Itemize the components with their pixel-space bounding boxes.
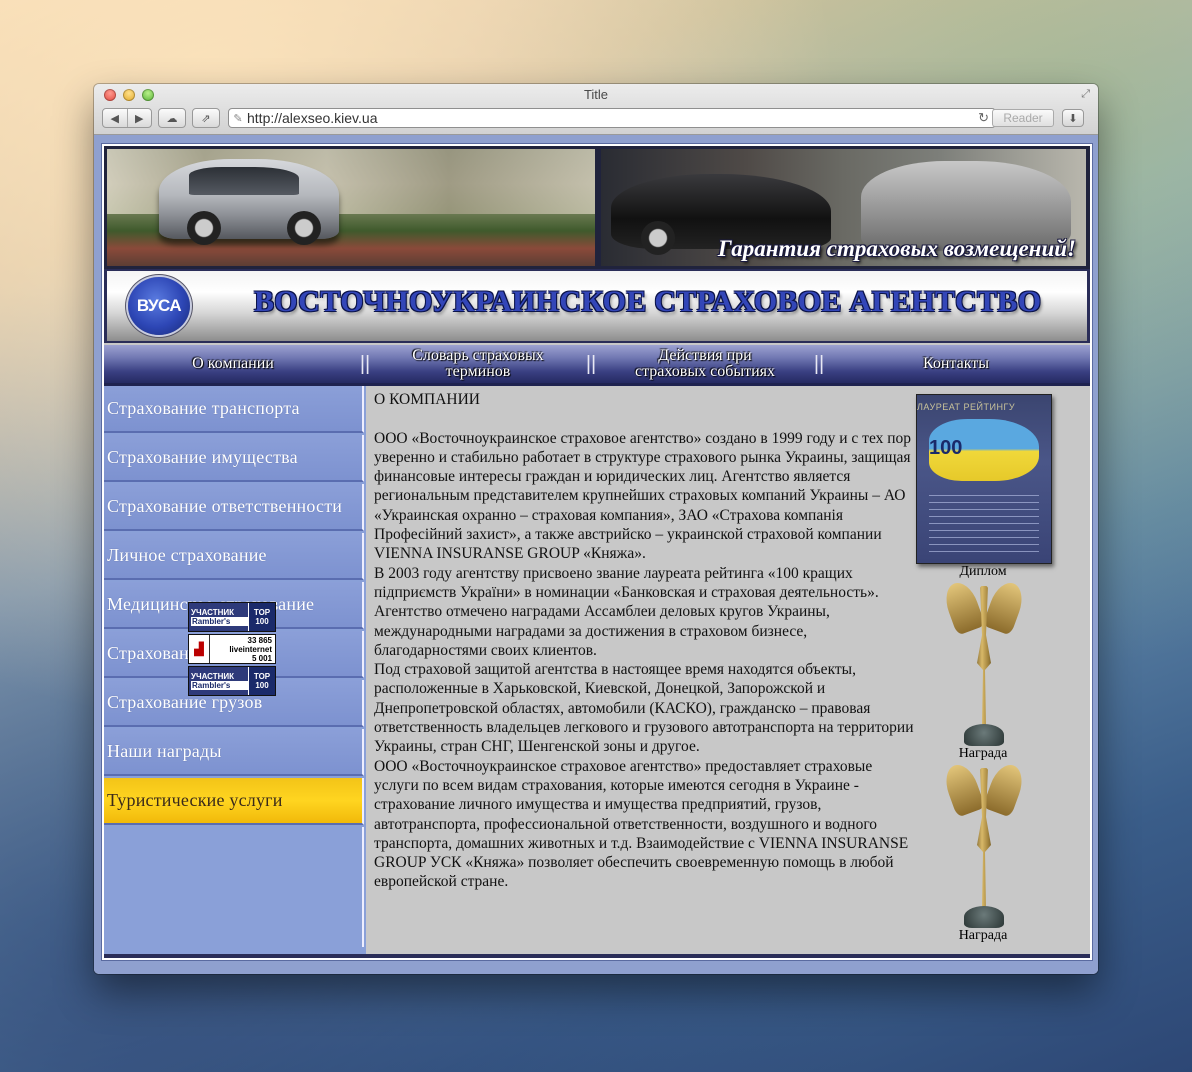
paragraph: В 2003 году агентству присвоено звание л… (374, 564, 879, 659)
address-bar[interactable]: ✎ http://alexseo.kiev.ua ↻ (228, 108, 996, 128)
downloads-icon[interactable]: ⬇ (1062, 109, 1084, 127)
back-icon[interactable]: ◀ (103, 112, 127, 125)
reload-icon[interactable]: ↻ (978, 110, 989, 126)
nav-contacts[interactable]: Контакты (822, 345, 1090, 383)
window-title: Title (583, 87, 609, 102)
logo-bar: ВУСА ВОСТОЧНОУКРАИНСКОЕ СТРАХОВОЕ АГЕНТС… (104, 269, 1090, 343)
banner-photo-damaged-cars: Гарантия страховых возмещений! (601, 149, 1086, 266)
rambler-top100-counter[interactable]: УЧАСТНИК Rambler's TOP 100 (188, 666, 276, 696)
site-favicon-icon: ✎ (233, 112, 243, 125)
counters: УЧАСТНИК Rambler's TOP 100 ▟ 33 865 liveint… (188, 602, 276, 698)
sidebar-item-property[interactable]: Страхование имущества (104, 435, 364, 482)
main-content: О КОМПАНИИ ООО «Восточноукраинское страх… (374, 390, 914, 892)
paragraph: ООО «Восточноукраинское страховое агентс… (374, 429, 912, 563)
browser-window: Title ⤢ ◀ ▶ ☁ ⇗ ✎ http://alexseo.kiev.ua … (94, 84, 1098, 974)
award-caption: Награда (958, 746, 1008, 761)
address-text: http://alexseo.kiev.ua (247, 110, 378, 126)
nav-glossary[interactable]: Словарь страховых терминов (368, 345, 588, 383)
sidebar-item-liability[interactable]: Страхование ответственности (104, 484, 364, 531)
sidebar-item-tourism[interactable]: Туристические услуги (104, 778, 364, 825)
sidebar-item-transport[interactable]: Страхование транспорта (104, 386, 364, 433)
diploma-image[interactable]: ЛАУРЕАТ РЕЙТИНГУ 100 (916, 394, 1052, 564)
forward-icon[interactable]: ▶ (128, 112, 152, 125)
header-banner: Гарантия страховых возмещений! (104, 146, 1090, 269)
banner-photo-sedan (107, 149, 595, 266)
fullscreen-icon[interactable]: ⤢ (1081, 88, 1090, 101)
sidebar-item-personal[interactable]: Личное страхование (104, 533, 364, 580)
page-viewport: Гарантия страховых возмещений! ВУСА ВОСТ… (94, 135, 1098, 974)
page-title: О КОМПАНИИ (374, 391, 480, 408)
nav-insured-events[interactable]: Действия при страховых событиях (594, 345, 816, 383)
reader-button[interactable]: Reader (992, 109, 1054, 127)
paragraph: Под страховой защитой агентства в настоя… (374, 661, 914, 756)
banner-tagline: Гарантия страховых возмещений! (717, 236, 1076, 261)
website: Гарантия страховых возмещений! ВУСА ВОСТ… (102, 144, 1092, 960)
diploma-caption: Диплом (959, 564, 1007, 579)
browser-titlebar: Title ⤢ ◀ ▶ ☁ ⇗ ✎ http://alexseo.kiev.ua … (94, 84, 1098, 135)
top-navigation: О компании || Словарь страховых терминов … (104, 345, 1090, 386)
company-name: ВОСТОЧНОУКРАИНСКОЕ СТРАХОВОЕ АГЕНТСТВО (254, 285, 1042, 318)
award-caption: Награда (958, 928, 1008, 943)
share-icon[interactable]: ⇗ (192, 108, 220, 128)
rambler-top100-counter[interactable]: УЧАСТНИК Rambler's TOP 100 (188, 602, 276, 632)
nav-about[interactable]: О компании (104, 345, 362, 383)
history-nav: ◀ ▶ (102, 108, 152, 128)
ukraine-map-icon: 100 (929, 419, 1039, 481)
vusa-logo[interactable]: ВУСА (128, 277, 190, 335)
paragraph: ООО «Восточноукраинское страховое агентс… (374, 757, 909, 891)
sidebar-item-awards[interactable]: Наши награды (104, 729, 364, 776)
chart-icon: ▟ (189, 635, 210, 663)
liveinternet-counter[interactable]: ▟ 33 865 liveinternet 5 001 (188, 634, 276, 664)
icloud-tabs-icon[interactable]: ☁ (158, 108, 186, 128)
